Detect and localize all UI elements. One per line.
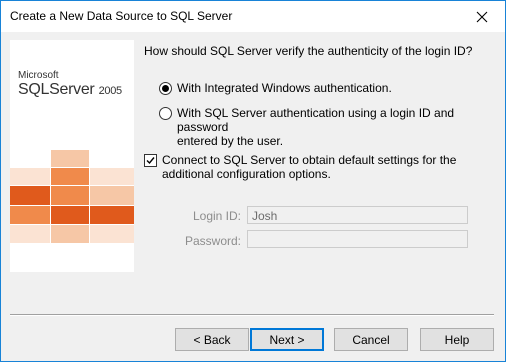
close-icon: [476, 11, 488, 22]
windows-auth-radio[interactable]: [159, 82, 172, 95]
tile-decor: [90, 225, 134, 243]
sql-auth-label[interactable]: With SQL Server authentication using a l…: [177, 106, 506, 148]
tile-decor: [90, 168, 134, 185]
option-windows-auth[interactable]: With Integrated Windows authentication.: [159, 81, 392, 95]
cancel-button[interactable]: Cancel: [334, 328, 408, 351]
tile-decor: [90, 186, 134, 205]
logo-brand: Microsoft: [18, 70, 59, 81]
connect-option[interactable]: Connect to SQL Server to obtain default …: [144, 153, 456, 181]
option-sql-auth[interactable]: With SQL Server authentication using a l…: [159, 106, 506, 148]
tile-decor: [51, 168, 89, 185]
help-button[interactable]: Help: [420, 328, 494, 351]
login-id-field[interactable]: Josh: [247, 206, 468, 224]
tile-decor: [51, 150, 89, 167]
tile-decor: [10, 206, 50, 224]
tile-decor: [10, 225, 50, 243]
sql-auth-radio[interactable]: [159, 107, 172, 120]
tile-decor: [51, 206, 89, 224]
next-button[interactable]: Next >: [250, 328, 324, 351]
login-id-label: Login ID:: [192, 209, 241, 223]
password-label: Password:: [184, 234, 241, 248]
tile-decor: [10, 168, 50, 185]
window-title: Create a New Data Source to SQL Server: [10, 9, 233, 23]
tile-decor: [51, 225, 89, 243]
windows-auth-label[interactable]: With Integrated Windows authentication.: [177, 81, 392, 95]
auth-question: How should SQL Server verify the authent…: [144, 44, 473, 58]
sql-server-banner: Microsoft SQLServer 2005: [10, 40, 134, 272]
close-button[interactable]: [459, 1, 505, 32]
password-field[interactable]: [247, 230, 468, 248]
tile-decor: [90, 206, 134, 224]
separator: [10, 314, 494, 316]
tile-decor: [10, 186, 50, 205]
back-button[interactable]: < Back: [175, 328, 249, 351]
connect-label[interactable]: Connect to SQL Server to obtain default …: [162, 153, 456, 181]
connect-checkbox[interactable]: [144, 154, 157, 167]
tile-decor: [51, 186, 89, 205]
title-bar[interactable]: Create a New Data Source to SQL Server: [1, 1, 505, 32]
checkmark-icon: [146, 157, 155, 165]
logo-product: SQLServer 2005: [18, 81, 122, 98]
